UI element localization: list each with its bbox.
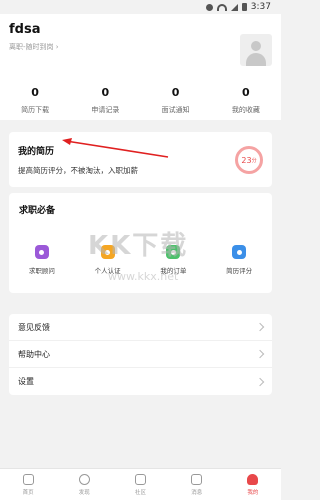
status-time: 3:37 [250, 2, 271, 12]
essential-label: 简历评分 [226, 267, 253, 275]
resume-card[interactable]: 我的简历 提高简历评分，不被淘汰，入职加薪 23 分 [9, 132, 272, 187]
resume-subtitle: 提高简历评分，不被淘汰，入职加薪 [18, 166, 138, 175]
orders-icon [166, 245, 181, 259]
chevron-right-icon [255, 349, 265, 359]
essential-label: 个人认证 [94, 267, 121, 275]
essential-orders[interactable]: 我的订单 [141, 245, 207, 275]
stat-label: 我的收藏 [231, 106, 260, 114]
stat-resume-downloads[interactable]: 0 简历下载 [0, 72, 70, 120]
tab-label: 消息 [191, 490, 203, 496]
avatar[interactable] [240, 34, 272, 66]
resume-score-badge[interactable]: 23 分 [235, 146, 263, 174]
menu-feedback[interactable]: 意见反馈 [9, 314, 272, 341]
home-icon [22, 474, 34, 485]
menu-help-center[interactable]: 帮助中心 [9, 341, 272, 368]
tab-label: 我的 [247, 490, 259, 496]
tab-messages[interactable]: 消息 [169, 469, 225, 500]
battery-icon [241, 3, 247, 11]
wifi-icon [216, 3, 227, 11]
essential-label: 求职顾问 [28, 267, 55, 275]
avatar-head-icon [251, 41, 261, 51]
menu-settings[interactable]: 设置 [9, 368, 272, 395]
stat-count: 0 [171, 86, 180, 99]
verification-icon [100, 245, 115, 259]
menu-label: 设置 [18, 377, 34, 386]
essential-verification[interactable]: 个人认证 [75, 245, 141, 275]
resume-score: 23 [241, 155, 252, 165]
stat-label: 申请记录 [91, 106, 120, 114]
username: fdsa [9, 22, 41, 37]
avatar-body-icon [246, 53, 266, 66]
message-icon [191, 474, 203, 485]
tab-community[interactable]: 社区 [112, 469, 168, 500]
tab-label: 发现 [78, 490, 90, 496]
job-essentials-card: 求职必备 求职顾问 个人认证 我的订单 简历评分 [9, 193, 272, 293]
bottom-tab-bar: 首页 发现 社区 消息 我的 [0, 468, 281, 500]
tab-label: 首页 [22, 490, 34, 496]
consultant-icon [34, 245, 49, 259]
menu-label: 帮助中心 [18, 349, 50, 359]
tab-label: 社区 [135, 490, 147, 496]
essential-resume-score[interactable]: 简历评分 [206, 245, 272, 275]
stat-favorites[interactable]: 0 我的收藏 [211, 72, 281, 120]
stat-applications[interactable]: 0 申请记录 [70, 72, 140, 120]
stat-count: 0 [31, 86, 39, 99]
tab-discover[interactable]: 发现 [56, 469, 112, 500]
essentials-title: 求职必备 [19, 206, 56, 216]
stats-bar: 0 简历下载 0 申请记录 0 面试通知 0 我的收藏 [0, 72, 281, 120]
chevron-right-icon [255, 377, 265, 386]
resume-title: 我的简历 [18, 147, 55, 157]
status-bar: 3:37 [0, 0, 281, 14]
resume-score-unit: 分 [251, 157, 257, 164]
stat-label: 简历下载 [21, 106, 50, 114]
essential-label: 我的订单 [160, 267, 187, 275]
community-icon [135, 474, 146, 485]
chevron-right-icon [255, 322, 265, 332]
stat-count: 0 [242, 86, 250, 99]
profile-icon [247, 474, 259, 485]
signal-icon [230, 3, 238, 11]
compass-icon [78, 474, 90, 485]
menu-label: 意见反馈 [18, 322, 50, 332]
job-status-link[interactable]: 离职-随时到岗 › [9, 42, 59, 52]
resume-score-icon [232, 245, 247, 259]
tab-mine[interactable]: 我的 [225, 469, 281, 500]
essential-consultant[interactable]: 求职顾问 [9, 245, 75, 275]
stat-count: 0 [101, 86, 110, 99]
stat-label: 面试通知 [161, 106, 190, 114]
stat-interviews[interactable]: 0 面试通知 [141, 72, 211, 120]
notification-icon [205, 3, 213, 11]
tab-home[interactable]: 首页 [0, 469, 56, 500]
settings-menu: 意见反馈 帮助中心 设置 [9, 314, 272, 395]
